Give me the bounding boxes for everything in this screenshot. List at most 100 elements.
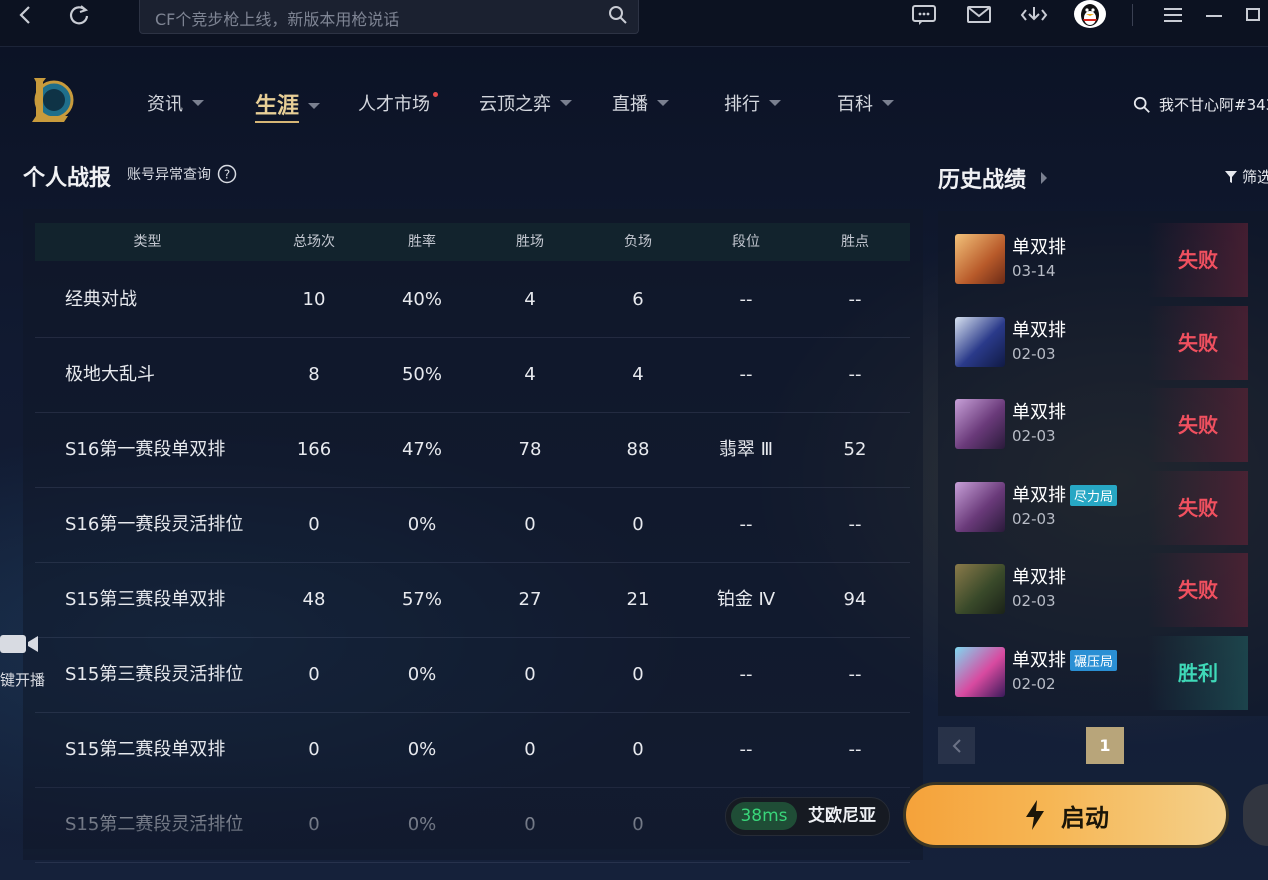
chat-button[interactable]	[907, 0, 941, 30]
penguin-icon	[1081, 4, 1099, 26]
cell-total: 10	[302, 289, 326, 310]
nav-tft[interactable]: 云顶之弈	[479, 90, 572, 116]
match-result: 失败	[1148, 470, 1248, 545]
launch-button[interactable]: 启动	[903, 782, 1229, 848]
qq-avatar[interactable]	[1074, 0, 1106, 28]
col-type: 类型	[133, 234, 162, 250]
match-item[interactable]: 单双排 碾压局 02-02 胜利	[945, 636, 1248, 710]
refresh-button[interactable]	[62, 0, 96, 30]
download-icon	[1020, 7, 1048, 21]
search-input[interactable]: CF个竞步枪上线，新版本用枪说话	[139, 0, 639, 34]
cell-losses: 6	[632, 289, 644, 310]
stats-table-header: 类型 总场次 胜率 胜场 负场 段位 胜点	[35, 223, 910, 261]
match-result: 胜利	[1148, 636, 1248, 710]
abnormal-query-link[interactable]: 账号异常查询 ?	[127, 164, 237, 184]
match-item[interactable]: 单双排 03-14 失败	[945, 223, 1248, 297]
chevron-down-icon	[192, 100, 204, 106]
quick-live-label: 键开播	[0, 671, 46, 689]
champion-portrait	[955, 234, 1005, 284]
nav-label: 排行	[724, 94, 760, 115]
nav-talent-market[interactable]: 人才市场	[358, 90, 438, 116]
chevron-left-icon	[19, 6, 30, 24]
cell-wins: 78	[518, 439, 542, 460]
match-item[interactable]: 单双排 尽力局 02-03 失败	[945, 470, 1248, 545]
nav-career[interactable]: 生涯	[255, 88, 321, 123]
match-item[interactable]: 单双排 02-03 失败	[945, 553, 1248, 628]
match-tag-badge: 尽力局	[1070, 484, 1118, 506]
match-item[interactable]: 单双排 02-03 失败	[945, 388, 1248, 463]
chevron-down-icon	[657, 100, 669, 106]
cell-losses: 88	[626, 439, 650, 460]
minimize-button[interactable]	[1197, 0, 1231, 30]
cell-type: S16第一赛段单双排	[65, 439, 226, 460]
cell-wins: 0	[524, 514, 536, 535]
svg-text:?: ?	[224, 168, 230, 182]
server-selector[interactable]: 38ms 艾欧尼亚	[725, 797, 890, 836]
cell-total: 0	[308, 664, 320, 685]
filter-label: 筛选	[1242, 168, 1268, 186]
cell-winrate: 47%	[401, 439, 442, 460]
search-placeholder: CF个竞步枪上线，新版本用枪说话	[155, 10, 400, 29]
cell-rank: 铂金 Ⅳ	[716, 589, 776, 610]
cell-lp: 52	[843, 439, 867, 460]
cell-winrate: 57%	[401, 589, 442, 610]
nav-label: 百科	[837, 94, 873, 115]
cell-lp: --	[848, 664, 862, 685]
match-date: 02-02	[1012, 675, 1056, 693]
champion-portrait	[955, 316, 1005, 367]
cell-rank: --	[739, 514, 753, 535]
nav-label: 云顶之弈	[479, 94, 551, 115]
nav-wiki[interactable]: 百科	[837, 90, 894, 116]
help-icon[interactable]: ?	[217, 164, 237, 184]
cell-winrate: 0%	[407, 514, 437, 535]
chevron-left-icon	[952, 738, 961, 753]
page-1-button[interactable]: 1	[1086, 727, 1124, 764]
maximize-icon	[1246, 8, 1260, 21]
nav-ranking[interactable]: 排行	[724, 90, 781, 116]
ping-badge: 38ms	[731, 802, 797, 830]
lol-logo[interactable]	[28, 74, 76, 126]
nav-live[interactable]: 直播	[612, 90, 669, 116]
cell-losses: 0	[632, 664, 644, 685]
cell-winrate: 0%	[407, 664, 437, 685]
caret-right-icon	[1041, 172, 1048, 184]
filter-icon	[1225, 170, 1237, 183]
col-total: 总场次	[293, 234, 335, 250]
match-item[interactable]: 单双排 02-03 失败	[945, 305, 1248, 380]
table-row: 极地大乱斗 8 50% 4 4 -- --	[35, 337, 910, 413]
match-result: 失败	[1148, 223, 1248, 297]
match-mode: 单双排	[1012, 237, 1066, 258]
back-button[interactable]	[8, 0, 42, 30]
nav-label: 资讯	[147, 94, 183, 115]
cell-winrate: 50%	[401, 364, 442, 385]
chevron-down-icon	[882, 100, 894, 106]
cell-total: 0	[308, 514, 320, 535]
user-search[interactable]: 我不甘心阿#343	[1133, 94, 1268, 115]
mail-button[interactable]	[962, 0, 996, 30]
nav-news[interactable]: 资讯	[147, 90, 204, 116]
cell-lp: --	[848, 289, 862, 310]
cell-wins: 4	[524, 364, 536, 385]
cell-wins: 27	[518, 589, 542, 610]
download-button[interactable]	[1017, 0, 1051, 30]
cell-type: S15第三赛段单双排	[65, 589, 226, 610]
league-logo-icon	[32, 78, 74, 122]
search-icon[interactable]	[608, 5, 628, 25]
maximize-button[interactable]	[1236, 0, 1268, 30]
champion-portrait	[955, 564, 1005, 615]
history-header[interactable]: 历史战绩	[938, 162, 1048, 194]
match-date: 02-03	[1012, 427, 1056, 446]
quick-live-button[interactable]: 键开播	[0, 632, 48, 692]
table-row: S16第一赛段单双排 166 47% 78 88 翡翠 Ⅲ 52	[35, 412, 910, 488]
match-mode: 单双排	[1012, 650, 1066, 671]
table-row: 经典对战 10 40% 4 6 -- --	[35, 262, 910, 338]
nav-label: 人才市场	[358, 94, 430, 115]
cell-total: 8	[308, 364, 320, 385]
match-tag-badge: 碾压局	[1070, 650, 1118, 671]
cell-wins: 0	[524, 664, 536, 685]
title-bar: CF个竞步枪上线，新版本用枪说话	[0, 0, 1268, 47]
filter-button[interactable]: 筛选	[1224, 166, 1268, 187]
prev-page-button[interactable]	[938, 727, 975, 764]
lightning-icon	[1026, 800, 1044, 830]
menu-button[interactable]	[1156, 0, 1190, 30]
